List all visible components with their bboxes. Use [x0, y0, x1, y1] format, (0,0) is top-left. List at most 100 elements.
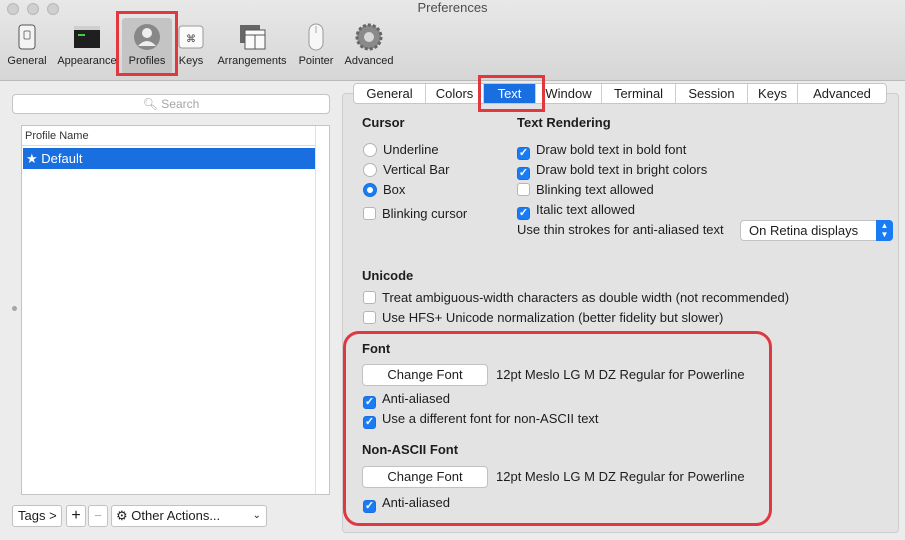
bold-font-checkbox[interactable]: Draw bold text in bold font [517, 141, 687, 160]
toolbar-item-pointer[interactable]: Pointer [296, 18, 336, 74]
checkbox-label: Blinking cursor [382, 206, 468, 221]
chevron-down-icon: ⌄ [252, 510, 261, 521]
non-ascii-anti-aliased-checkbox[interactable]: Anti-aliased [363, 494, 450, 513]
non-ascii-font-heading: Non-ASCII Font [362, 442, 459, 457]
toolbar-label: Advanced [344, 55, 394, 67]
toolbar-item-appearance[interactable]: Appearance [54, 18, 120, 74]
thin-strokes-label: Use thin strokes for anti-aliased text [517, 222, 724, 237]
toolbar-item-keys[interactable]: ⌘ Keys [176, 18, 206, 74]
tab-bar: General Colors Text Window Terminal Sess… [353, 83, 887, 104]
checkbox-label: Anti-aliased [382, 391, 450, 406]
advanced-gear-icon [354, 22, 384, 52]
italic-text-checkbox[interactable]: Italic text allowed [517, 201, 635, 220]
checkbox-icon [363, 396, 376, 409]
cursor-vertical-bar-radio[interactable]: Vertical Bar [363, 161, 449, 179]
tab-window[interactable]: Window [536, 84, 602, 103]
toolbar-item-general[interactable]: General [4, 18, 50, 74]
search-placeholder: Search [161, 97, 200, 111]
change-non-ascii-font-button[interactable]: Change Font [362, 466, 488, 488]
checkbox-label: Use HFS+ Unicode normalization (better f… [382, 310, 724, 325]
bright-colors-checkbox[interactable]: Draw bold text in bright colors [517, 161, 708, 180]
radio-label: Underline [383, 142, 439, 157]
tab-terminal[interactable]: Terminal [602, 84, 676, 103]
unicode-heading: Unicode [362, 268, 414, 283]
column-divider [315, 126, 316, 494]
updown-arrows-icon: ▲ ▼ [876, 220, 893, 241]
checkbox-label: Draw bold text in bright colors [536, 162, 708, 177]
checkbox-label: Treat ambiguous-width characters as doub… [382, 290, 790, 305]
search-input[interactable]: 🔍︎ Search [12, 94, 330, 114]
tab-text[interactable]: Text [484, 84, 536, 103]
toolbar-label: Arrangements [217, 55, 287, 67]
checkbox-icon [363, 207, 376, 220]
arrangements-icon [237, 22, 267, 52]
checkbox-icon [363, 500, 376, 513]
font-name: 12pt Meslo LG M DZ Regular for Powerline [496, 367, 745, 382]
ambiguous-width-checkbox[interactable]: Treat ambiguous-width characters as doub… [363, 289, 789, 307]
list-item[interactable]: ★ Default [23, 148, 315, 169]
keys-icon: ⌘ [176, 22, 206, 52]
toolbar-label: Keys [178, 55, 204, 67]
radio-icon [363, 143, 377, 157]
checkbox-label: Blinking text allowed [536, 182, 654, 197]
profile-list[interactable]: Profile Name ★ Default [21, 125, 330, 495]
different-nonascii-font-checkbox[interactable]: Use a different font for non-ASCII text [363, 410, 599, 429]
blinking-text-checkbox[interactable]: Blinking text allowed [517, 181, 654, 199]
change-font-button[interactable]: Change Font [362, 364, 488, 386]
checkbox-icon [517, 207, 530, 220]
toolbar-item-profiles[interactable]: Profiles [122, 18, 172, 74]
checkbox-label: Use a different font for non-ASCII text [382, 411, 599, 426]
toolbar-label: Pointer [298, 55, 334, 67]
checkbox-label: Italic text allowed [536, 202, 635, 217]
toolbar-label: General [7, 55, 47, 67]
checkbox-icon [363, 416, 376, 429]
svg-text:⌘: ⌘ [186, 34, 196, 45]
toolbar: Preferences General Appearance Profiles … [0, 0, 905, 81]
thin-strokes-select[interactable]: On Retina displays ▲ ▼ [740, 220, 893, 241]
tab-colors[interactable]: Colors [426, 84, 484, 103]
window-title: Preferences [417, 0, 488, 15]
font-anti-aliased-checkbox[interactable]: Anti-aliased [363, 390, 450, 409]
text-rendering-heading: Text Rendering [517, 115, 611, 130]
radio-label: Vertical Bar [383, 162, 450, 177]
cursor-box-radio[interactable]: Box [363, 181, 405, 199]
add-profile-button[interactable]: + [66, 505, 86, 527]
other-actions-menu[interactable]: ⚙ Other Actions... ⌄ [111, 505, 267, 527]
appearance-icon [72, 22, 102, 52]
split-view-grip[interactable] [12, 306, 17, 311]
checkbox-icon [363, 311, 376, 324]
search-icon: 🔍︎ [142, 97, 158, 111]
radio-label: Box [383, 182, 406, 197]
checkbox-label: Draw bold text in bold font [536, 142, 687, 157]
toolbar-label: Appearance [57, 55, 117, 67]
tab-keys[interactable]: Keys [748, 84, 798, 103]
thin-strokes-value: On Retina displays [749, 223, 859, 238]
profiles-icon [132, 22, 162, 52]
toolbar-item-advanced[interactable]: Advanced [341, 18, 397, 74]
cursor-heading: Cursor [362, 115, 405, 130]
gear-icon: ⚙ [116, 508, 128, 523]
cursor-underline-radio[interactable]: Underline [363, 141, 439, 159]
checkbox-label: Anti-aliased [382, 495, 450, 510]
checkbox-icon [517, 183, 530, 196]
toolbar-label: Profiles [128, 55, 166, 67]
remove-profile-button[interactable]: − [88, 505, 108, 527]
blinking-cursor-checkbox[interactable]: Blinking cursor [363, 205, 467, 223]
non-ascii-font-name: 12pt Meslo LG M DZ Regular for Powerline [496, 469, 745, 484]
checkbox-icon [363, 291, 376, 304]
tab-advanced[interactable]: Advanced [798, 84, 886, 103]
other-actions-label: Other Actions... [131, 508, 221, 523]
toolbar-item-arrangements[interactable]: Arrangements [212, 18, 292, 74]
radio-selected-icon [363, 183, 377, 197]
checkbox-icon [517, 167, 530, 180]
general-icon [12, 22, 42, 52]
profile-list-header[interactable]: Profile Name [22, 126, 315, 146]
tab-general[interactable]: General [354, 84, 426, 103]
hfs-normalization-checkbox[interactable]: Use HFS+ Unicode normalization (better f… [363, 309, 723, 327]
checkbox-icon [517, 147, 530, 160]
pointer-icon [301, 22, 331, 52]
radio-icon [363, 163, 377, 177]
tags-button[interactable]: Tags > [12, 505, 62, 527]
font-heading: Font [362, 341, 391, 356]
tab-session[interactable]: Session [676, 84, 748, 103]
